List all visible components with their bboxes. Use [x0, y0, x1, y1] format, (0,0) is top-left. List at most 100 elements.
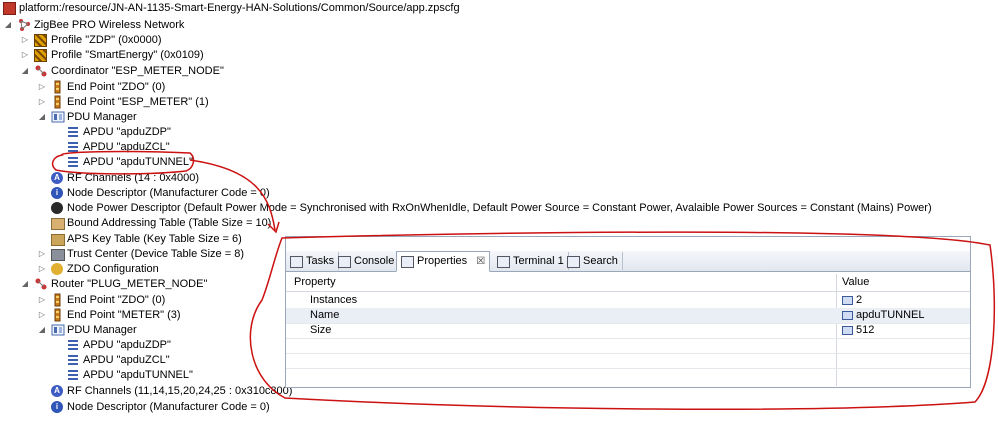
table-row[interactable]: Size 512	[286, 323, 970, 339]
tree-item-label: Bound Addressing Table (Table Size = 10)	[67, 217, 272, 229]
property-column-header[interactable]: Property	[294, 274, 336, 291]
tab-search[interactable]: Search	[563, 252, 623, 270]
tab-tasks[interactable]: Tasks	[286, 252, 340, 270]
tree-item-label: APDU "apduTUNNEL"	[83, 369, 193, 381]
expand-arrow-icon[interactable]: ▷	[38, 98, 46, 106]
properties-table-header: Property Value	[286, 274, 970, 292]
tree-item-label: APDU "apduZCL"	[83, 354, 170, 366]
tree-item-label: APDU "apduZDP"	[83, 126, 171, 138]
coordinator-icon	[34, 64, 48, 78]
file-icon	[3, 2, 16, 15]
tree-item-label: PDU Manager	[67, 111, 137, 123]
tree-item-label: APDU "apduZCL"	[83, 141, 170, 153]
properties-icon	[401, 256, 414, 268]
apdu-icon	[66, 353, 80, 367]
console-icon	[338, 256, 351, 268]
tree-item-label: Profile "ZDP" (0x0000)	[51, 34, 162, 46]
expand-arrow-icon[interactable]: ▷	[38, 265, 46, 273]
collapse-arrow-icon[interactable]: ◢	[38, 326, 46, 334]
table-row-empty	[286, 353, 970, 369]
apdu-icon	[66, 140, 80, 154]
apdu-icon	[66, 125, 80, 139]
value-column-header[interactable]: Value	[842, 274, 869, 291]
property-value: apduTUNNEL	[842, 308, 924, 323]
apdu-icon	[66, 368, 80, 382]
profile-icon	[34, 49, 47, 62]
expand-arrow-icon[interactable]: ▷	[38, 311, 46, 319]
tree-item-label: End Point "ESP_METER" (1)	[67, 96, 209, 108]
table-row-empty	[286, 338, 970, 354]
apdu-icon	[66, 338, 80, 352]
tab-label: Search	[583, 255, 618, 267]
collapse-arrow-icon[interactable]: ◢	[21, 67, 29, 75]
trust-center-icon	[51, 249, 65, 261]
value-icon	[842, 310, 853, 320]
router-icon	[34, 277, 48, 291]
tab-properties[interactable]: Properties ☒	[396, 251, 491, 272]
tab-label: Console	[354, 255, 395, 267]
close-icon[interactable]: ☒	[476, 256, 485, 267]
endpoint-icon	[51, 308, 65, 322]
tree-item-label: Node Power Descriptor (Default Power Mod…	[67, 202, 932, 214]
expand-arrow-icon[interactable]: ▷	[38, 250, 46, 258]
collapse-arrow-icon[interactable]: ◢	[21, 280, 29, 288]
tab-terminal[interactable]: Terminal 1	[493, 252, 569, 270]
endpoint-icon	[51, 80, 65, 94]
search-icon	[567, 256, 580, 268]
endpoint-icon	[51, 293, 65, 307]
expand-arrow-icon[interactable]: ▷	[38, 296, 46, 304]
tree-item-label: PDU Manager	[67, 324, 137, 336]
tree-item-label: End Point "ZDO" (0)	[67, 81, 166, 93]
collapse-arrow-icon[interactable]: ◢	[38, 113, 46, 121]
tab-label: Properties	[417, 255, 468, 267]
tab-label: Tasks	[306, 255, 335, 267]
expand-arrow-icon[interactable]: ▷	[21, 36, 29, 44]
tree-item-label: RF Channels (14 : 0x4000)	[67, 172, 200, 184]
tree-item-label: Coordinator "ESP_METER_NODE"	[51, 65, 224, 77]
tree-item-label: End Point "ZDO" (0)	[67, 294, 166, 306]
tree-item-label: ZDO Configuration	[67, 263, 159, 275]
tree-item-label: RF Channels (11,14,15,20,24,25 : 0x310c8…	[67, 385, 293, 397]
tree-item-label: Trust Center (Device Table Size = 8)	[67, 248, 244, 260]
table-row[interactable]: Instances 2	[286, 293, 970, 309]
rf-channels-icon: A	[51, 172, 63, 184]
tree-item-label: APS Key Table (Key Table Size = 6)	[67, 233, 242, 245]
pdu-manager-icon	[51, 323, 65, 337]
zdo-config-icon	[51, 263, 63, 275]
tree-item-label: End Point "METER" (3)	[67, 309, 181, 321]
info-icon: i	[51, 187, 63, 199]
apdu-icon	[66, 155, 80, 169]
properties-view: Tasks Console Properties ☒ Terminal 1 Se…	[285, 236, 971, 388]
collapse-arrow-icon[interactable]: ◢	[4, 21, 12, 29]
expand-arrow-icon[interactable]: ▷	[38, 83, 46, 91]
profile-icon	[34, 34, 47, 47]
tasks-icon	[290, 256, 303, 268]
value-icon	[842, 295, 853, 305]
property-name: Instances	[310, 294, 358, 306]
expand-arrow-icon[interactable]: ▷	[21, 51, 29, 59]
tree-item-label: Profile "SmartEnergy" (0x0109)	[51, 49, 204, 61]
property-value: 2	[842, 293, 862, 308]
power-icon	[51, 202, 63, 214]
tree-item-label: Node Descriptor (Manufacturer Code = 0)	[67, 187, 270, 199]
pdu-manager-icon	[51, 110, 65, 124]
view-tab-bar: Tasks Console Properties ☒ Terminal 1 Se…	[286, 251, 970, 272]
tree-item-label: APDU "apduTUNNEL"	[83, 156, 193, 168]
tree-root-label: platform:/resource/JN-AN-1135-Smart-Ener…	[19, 2, 460, 14]
tree-item-label: APDU "apduZDP"	[83, 339, 171, 351]
table-row[interactable]: Name apduTUNNEL	[286, 308, 970, 324]
info-icon: i	[51, 401, 63, 413]
endpoint-icon	[51, 95, 65, 109]
tree-item-label: Router "PLUG_METER_NODE"	[51, 278, 208, 290]
property-value: 512	[842, 323, 874, 338]
network-icon	[17, 18, 31, 32]
value-icon	[842, 325, 853, 335]
table-icon	[51, 218, 65, 230]
tab-console[interactable]: Console	[334, 252, 400, 270]
key-icon	[51, 234, 65, 246]
rf-channels-icon: A	[51, 385, 63, 397]
tree-item-label: ZigBee PRO Wireless Network	[34, 19, 185, 31]
property-name: Size	[310, 324, 332, 336]
property-name: Name	[310, 309, 340, 321]
terminal-icon	[497, 256, 510, 268]
